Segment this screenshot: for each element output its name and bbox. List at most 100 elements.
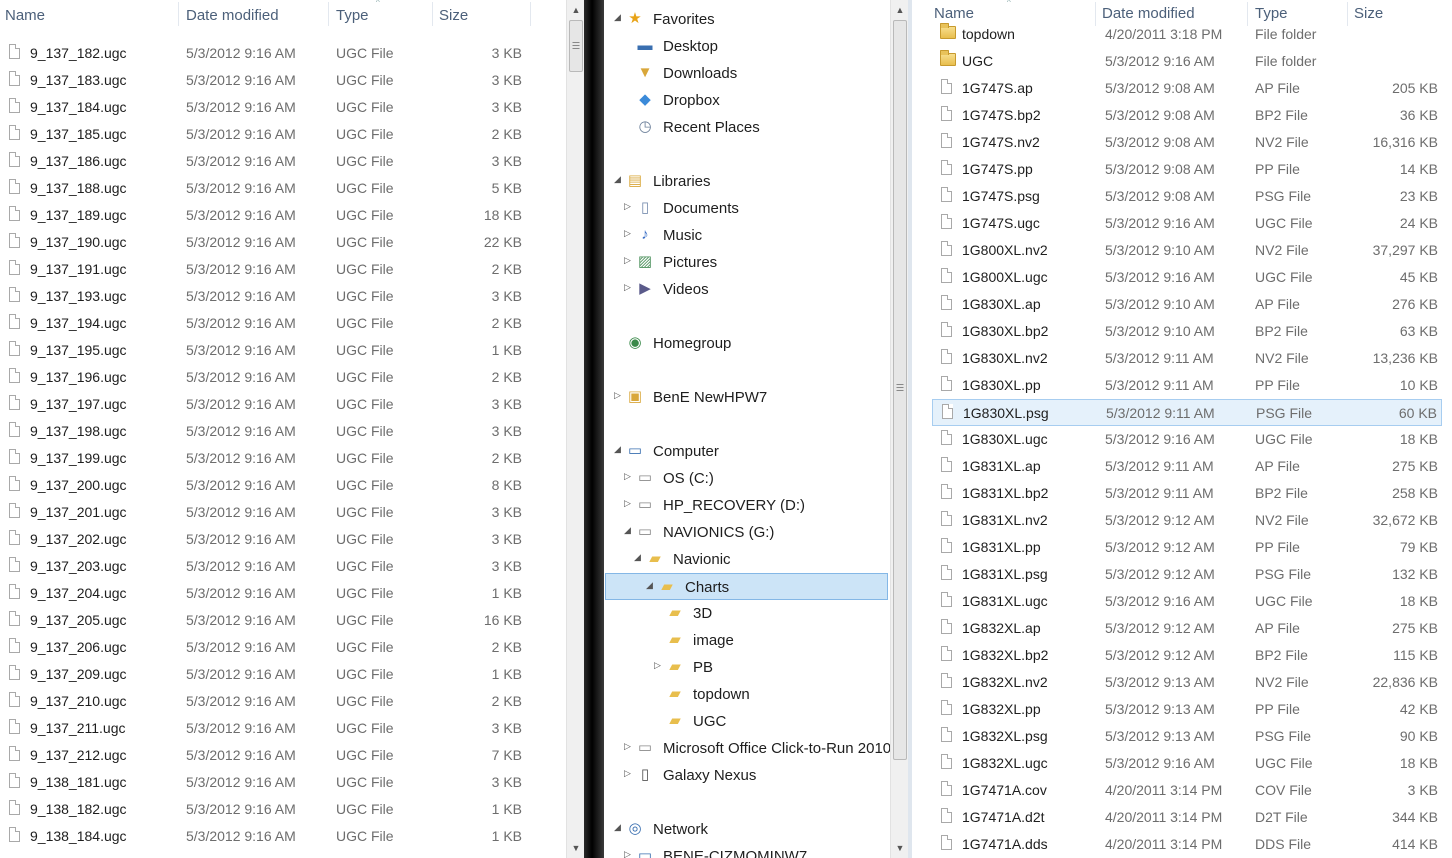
collapsed-arrow-icon[interactable]: ▷ [624, 471, 631, 482]
collapsed-arrow-icon[interactable]: ▷ [654, 660, 661, 671]
table-row[interactable]: 9_137_205.ugc 5/3/2012 9:16 AM UGC File 16 … [0, 607, 566, 634]
tree-item-galaxy-nexus[interactable]: ▷ ▯ Galaxy Nexus [604, 762, 890, 789]
tree-item-favorites[interactable]: ◢ ★ Favorites [604, 6, 890, 33]
table-row[interactable]: UGC 5/3/2012 9:16 AM File folder [932, 48, 1442, 75]
column-separator[interactable] [432, 2, 433, 26]
table-row[interactable]: 9_137_199.ugc 5/3/2012 9:16 AM UGC File 2 K… [0, 445, 566, 472]
collapsed-arrow-icon[interactable]: ▷ [624, 849, 631, 858]
tree-item-desktop[interactable]: ▬ Desktop [604, 33, 890, 60]
collapsed-arrow-icon[interactable]: ▷ [624, 768, 631, 779]
table-row[interactable]: 9_137_185.ugc 5/3/2012 9:16 AM UGC File 2 K… [0, 121, 566, 148]
table-row[interactable]: 1G831XL.nv2 5/3/2012 9:12 AM NV2 File 32,67… [932, 507, 1442, 534]
table-row[interactable]: 1G831XL.ap 5/3/2012 9:11 AM AP File 275 KB [932, 453, 1442, 480]
table-row[interactable]: 1G832XL.psg 5/3/2012 9:13 AM PSG File 90 KB [932, 723, 1442, 750]
scroll-thumb[interactable] [893, 20, 907, 760]
tree-item-navionics-g-[interactable]: ◢ ▭ NAVIONICS (G:) [604, 519, 890, 546]
expanded-arrow-icon[interactable]: ◢ [624, 525, 631, 536]
table-row[interactable]: 1G7471A.d2t 4/20/2011 3:14 PM D2T File 344 … [932, 804, 1442, 831]
table-row[interactable]: 9_137_212.ugc 5/3/2012 9:16 AM UGC File 7 K… [0, 742, 566, 769]
tree-scrollbar[interactable]: ▲ ▼ [890, 0, 909, 858]
collapsed-arrow-icon[interactable]: ▷ [624, 255, 631, 266]
table-row[interactable]: 9_137_209.ugc 5/3/2012 9:16 AM UGC File 1 K… [0, 661, 566, 688]
table-row[interactable]: 1G831XL.ugc 5/3/2012 9:16 AM UGC File 18 KB [932, 588, 1442, 615]
table-row[interactable]: 1G832XL.bp2 5/3/2012 9:12 AM BP2 File 115 K… [932, 642, 1442, 669]
table-row[interactable]: 1G747S.psg 5/3/2012 9:08 AM PSG File 23 KB [932, 183, 1442, 210]
tree-item-homegroup[interactable]: ◉ Homegroup [604, 330, 890, 357]
table-row[interactable]: 1G832XL.nv2 5/3/2012 9:13 AM NV2 File 22,83… [932, 669, 1442, 696]
column-separator[interactable] [178, 2, 179, 26]
table-row[interactable]: 9_137_197.ugc 5/3/2012 9:16 AM UGC File 3 K… [0, 391, 566, 418]
table-row[interactable]: 1G830XL.bp2 5/3/2012 9:10 AM BP2 File 63 KB [932, 318, 1442, 345]
table-row[interactable]: 9_137_201.ugc 5/3/2012 9:16 AM UGC File 3 K… [0, 499, 566, 526]
column-name[interactable]: Name [934, 5, 974, 22]
column-size[interactable]: Size [439, 7, 468, 24]
column-date-modified[interactable]: Date modified [1102, 5, 1195, 22]
table-row[interactable]: 1G747S.ugc 5/3/2012 9:16 AM UGC File 24 KB [932, 210, 1442, 237]
table-row[interactable]: 9_137_206.ugc 5/3/2012 9:16 AM UGC File 2 K… [0, 634, 566, 661]
scroll-up-icon[interactable]: ▲ [567, 2, 585, 18]
column-type[interactable]: Type [336, 7, 369, 24]
tree-item-hp-recovery-d-[interactable]: ▷ ▭ HP_RECOVERY (D:) [604, 492, 890, 519]
tree-item-navionic[interactable]: ◢ ▰ Navionic [604, 546, 890, 573]
tree-item-microsoft-office-click-to-run-2010[interactable]: ▷ ▭ Microsoft Office Click-to-Run 2010 [604, 735, 890, 762]
tree-item-topdown[interactable]: ▰ topdown [604, 681, 890, 708]
table-row[interactable]: 9_137_190.ugc 5/3/2012 9:16 AM UGC File 22 … [0, 229, 566, 256]
table-row[interactable]: 9_137_202.ugc 5/3/2012 9:16 AM UGC File 3 K… [0, 526, 566, 553]
table-row[interactable]: 9_138_182.ugc 5/3/2012 9:16 AM UGC File 1 K… [0, 796, 566, 823]
table-row[interactable]: 9_138_184.ugc 5/3/2012 9:16 AM UGC File 1 K… [0, 823, 566, 850]
table-row[interactable]: 1G830XL.psg 5/3/2012 9:11 AM PSG File 60 KB [932, 399, 1442, 426]
table-row[interactable]: topdown 4/20/2011 3:18 PM File folder [932, 21, 1442, 48]
tree-item-charts[interactable]: ◢ ▰ Charts [605, 573, 888, 600]
table-row[interactable]: 1G747S.pp 5/3/2012 9:08 AM PP File 14 KB [932, 156, 1442, 183]
tree-item-videos[interactable]: ▷ ▶ Videos [604, 276, 890, 303]
expanded-arrow-icon[interactable]: ◢ [646, 580, 653, 591]
table-row[interactable]: 9_137_195.ugc 5/3/2012 9:16 AM UGC File 1 K… [0, 337, 566, 364]
table-row[interactable]: 1G7471A.dds 4/20/2011 3:14 PM DDS File 414 … [932, 831, 1442, 858]
tree-item-pictures[interactable]: ▷ ▨ Pictures [604, 249, 890, 276]
table-row[interactable]: 1G832XL.pp 5/3/2012 9:13 AM PP File 42 KB [932, 696, 1442, 723]
table-row[interactable]: 1G747S.nv2 5/3/2012 9:08 AM NV2 File 16,316… [932, 129, 1442, 156]
table-row[interactable]: 9_137_188.ugc 5/3/2012 9:16 AM UGC File 5 K… [0, 175, 566, 202]
tree-item-network[interactable]: ◢ ◎ Network [604, 816, 890, 843]
tree-item-music[interactable]: ▷ ♪ Music [604, 222, 890, 249]
table-row[interactable]: 9_137_186.ugc 5/3/2012 9:16 AM UGC File 3 K… [0, 148, 566, 175]
table-row[interactable]: 1G831XL.pp 5/3/2012 9:12 AM PP File 79 KB [932, 534, 1442, 561]
table-row[interactable]: 1G830XL.ugc 5/3/2012 9:16 AM UGC File 18 KB [932, 426, 1442, 453]
table-row[interactable]: 1G832XL.ugc 5/3/2012 9:16 AM UGC File 18 KB [932, 750, 1442, 777]
tree-item-os-c-[interactable]: ▷ ▭ OS (C:) [604, 465, 890, 492]
expanded-arrow-icon[interactable]: ◢ [634, 552, 641, 563]
table-row[interactable]: 9_137_200.ugc 5/3/2012 9:16 AM UGC File 8 K… [0, 472, 566, 499]
table-row[interactable]: 1G800XL.nv2 5/3/2012 9:10 AM NV2 File 37,29… [932, 237, 1442, 264]
table-row[interactable]: 1G747S.bp2 5/3/2012 9:08 AM BP2 File 36 KB [932, 102, 1442, 129]
scroll-up-icon[interactable]: ▲ [891, 2, 909, 18]
tree-item-libraries[interactable]: ◢ ▤ Libraries [604, 168, 890, 195]
expanded-arrow-icon[interactable]: ◢ [614, 822, 621, 833]
table-row[interactable]: 9_137_203.ugc 5/3/2012 9:16 AM UGC File 3 K… [0, 553, 566, 580]
table-row[interactable]: 9_137_194.ugc 5/3/2012 9:16 AM UGC File 2 K… [0, 310, 566, 337]
tree-item-downloads[interactable]: ▼ Downloads [604, 60, 890, 87]
table-row[interactable]: 1G831XL.psg 5/3/2012 9:12 AM PSG File 132 K… [932, 561, 1442, 588]
column-type[interactable]: Type [1255, 5, 1288, 22]
collapsed-arrow-icon[interactable]: ▷ [624, 228, 631, 239]
expanded-arrow-icon[interactable]: ◢ [614, 174, 621, 185]
table-row[interactable]: 1G747S.ap 5/3/2012 9:08 AM AP File 205 KB [932, 75, 1442, 102]
tree-item-bene-newhpw7[interactable]: ▷ ▣ BenE NewHPW7 [604, 384, 890, 411]
table-row[interactable]: 1G831XL.bp2 5/3/2012 9:11 AM BP2 File 258 K… [932, 480, 1442, 507]
table-row[interactable]: 9_137_204.ugc 5/3/2012 9:16 AM UGC File 1 K… [0, 580, 566, 607]
column-separator[interactable] [328, 2, 329, 26]
collapsed-arrow-icon[interactable]: ▷ [624, 201, 631, 212]
expanded-arrow-icon[interactable]: ◢ [614, 12, 621, 23]
column-name[interactable]: Name [5, 7, 45, 24]
tree-item-computer[interactable]: ◢ ▭ Computer [604, 438, 890, 465]
table-row[interactable]: 9_137_184.ugc 5/3/2012 9:16 AM UGC File 3 K… [0, 94, 566, 121]
tree-item-image[interactable]: ▰ image [604, 627, 890, 654]
scroll-down-icon[interactable]: ▼ [567, 840, 585, 856]
table-row[interactable]: 9_137_196.ugc 5/3/2012 9:16 AM UGC File 2 K… [0, 364, 566, 391]
tree-item-ugc[interactable]: ▰ UGC [604, 708, 890, 735]
table-row[interactable]: 1G830XL.pp 5/3/2012 9:11 AM PP File 10 KB [932, 372, 1442, 399]
tree-item-recent-places[interactable]: ◷ Recent Places [604, 114, 890, 141]
left-scrollbar[interactable]: ▲ ▼ [566, 0, 585, 858]
collapsed-arrow-icon[interactable]: ▷ [624, 498, 631, 509]
scroll-down-icon[interactable]: ▼ [891, 840, 909, 856]
table-row[interactable]: 9_137_198.ugc 5/3/2012 9:16 AM UGC File 3 K… [0, 418, 566, 445]
